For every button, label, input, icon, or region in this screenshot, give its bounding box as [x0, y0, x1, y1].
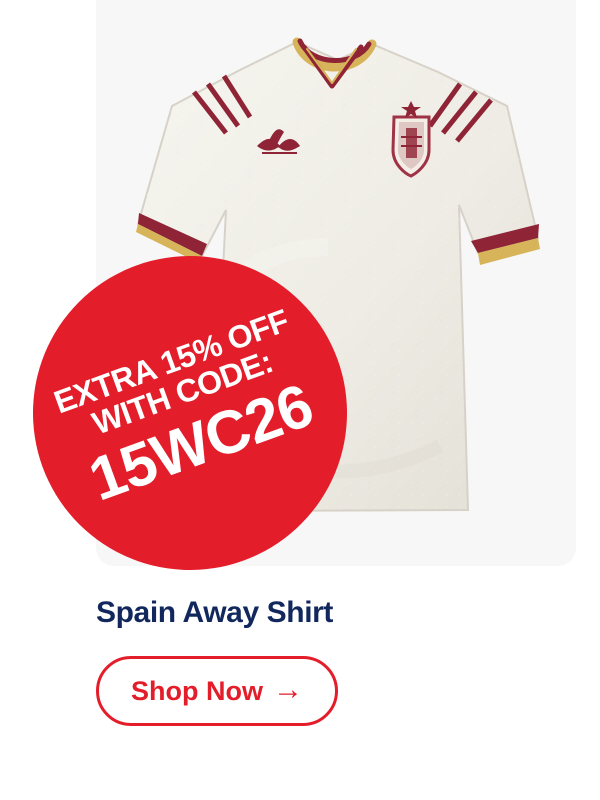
promo-code-text: EXTRA 15% OFF WITH CODE: 15WC26	[49, 302, 328, 514]
arrow-right-icon: →	[272, 673, 303, 706]
shop-now-label: Shop Now	[131, 675, 263, 706]
product-promo-page: EXTRA 15% OFF WITH CODE: 15WC26 Spain Aw…	[0, 0, 600, 800]
shop-now-button[interactable]: Shop Now →	[96, 656, 338, 726]
product-title[interactable]: Spain Away Shirt	[96, 596, 333, 630]
